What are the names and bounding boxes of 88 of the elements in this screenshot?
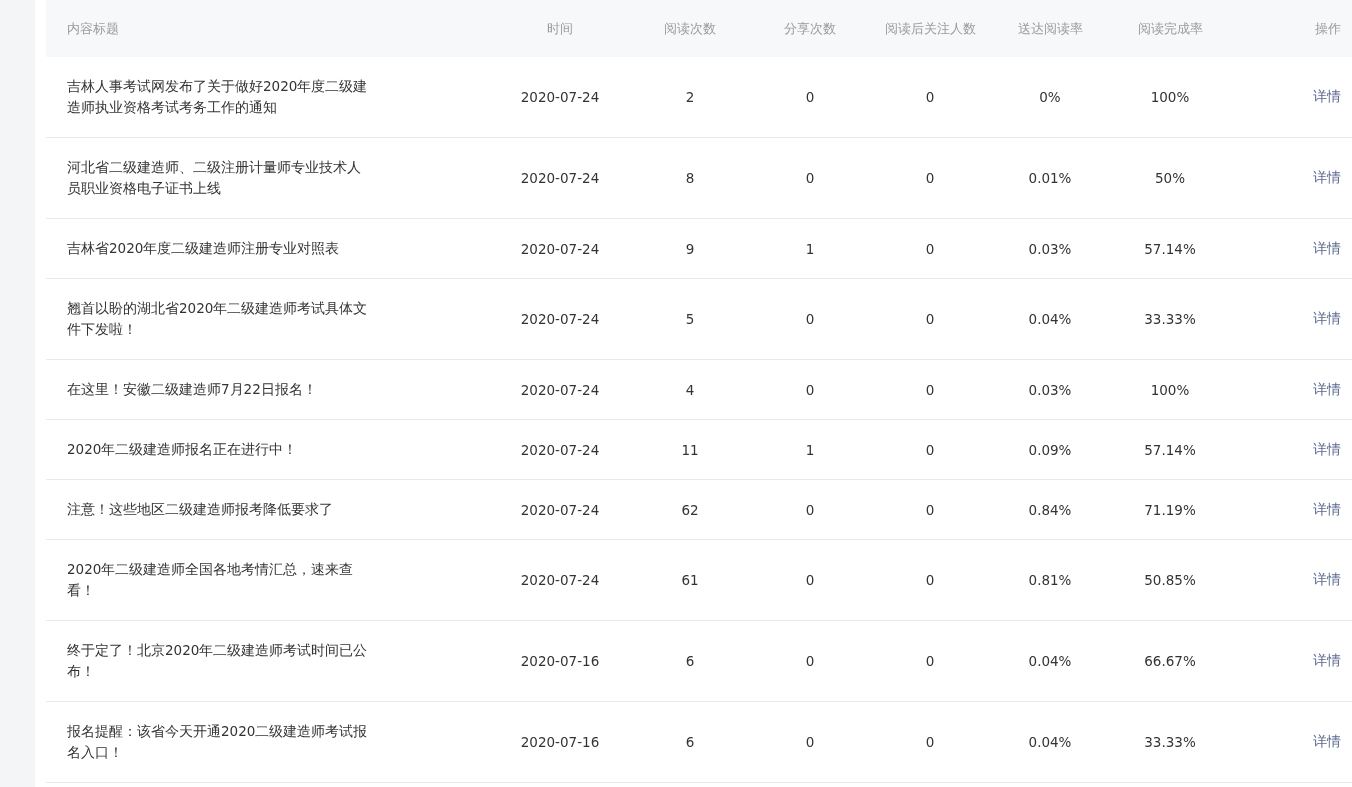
share-count: 0: [805, 734, 815, 750]
follows-header: 阅读后关注人数: [884, 20, 976, 36]
delivered-read-rate: 0.01%: [1028, 170, 1072, 186]
share-count: 0: [805, 311, 815, 327]
publish-date: 2020-07-24: [520, 170, 600, 186]
read-count: 4: [685, 381, 695, 398]
details-link[interactable]: 详情: [1313, 652, 1341, 668]
details-link[interactable]: 详情: [1313, 88, 1341, 104]
delivered-read-rate: 0.03%: [1028, 240, 1072, 257]
share-count: 0: [805, 170, 815, 186]
follow-count: 0: [925, 653, 935, 669]
follow-count: 0: [925, 311, 935, 327]
article-title: 报名提醒：该省今天开通2020二级建造师考试报名入口！: [67, 722, 369, 762]
publish-date: 2020-07-24: [520, 311, 600, 327]
details-link[interactable]: 详情: [1313, 169, 1341, 185]
delivered-rate-header: 送达阅读率: [1017, 20, 1083, 36]
details-link[interactable]: 详情: [1313, 733, 1341, 749]
completion-rate: 100%: [1150, 381, 1190, 398]
delivered-read-rate: 0.04%: [1028, 311, 1072, 327]
follow-count: 0: [925, 240, 935, 257]
delivered-read-rate: 0.09%: [1028, 441, 1072, 458]
completion-rate: 71.19%: [1144, 501, 1196, 518]
follow-count: 0: [925, 572, 935, 588]
share-count: 0: [805, 572, 815, 588]
completion-rate: 57.14%: [1144, 441, 1196, 458]
read-count: 11: [681, 441, 699, 458]
details-link[interactable]: 详情: [1313, 500, 1341, 517]
article-title: 吉林省2020年度二级建造师注册专业对照表: [67, 239, 340, 258]
share-count: 1: [805, 240, 815, 257]
read-count: 2: [685, 89, 695, 105]
delivered-read-rate: 0.04%: [1028, 734, 1072, 750]
completion-rate: 50.85%: [1144, 572, 1196, 588]
follow-count: 0: [925, 381, 935, 398]
article-title: 河北省二级建造师、二级注册计量师专业技术人员职业资格电子证书上线: [67, 158, 362, 198]
details-link[interactable]: 详情: [1313, 380, 1341, 397]
completion-rate: 33.33%: [1144, 734, 1196, 750]
delivered-read-rate: 0%: [1039, 89, 1061, 105]
delivered-read-rate: 0.84%: [1028, 501, 1072, 518]
details-link[interactable]: 详情: [1313, 310, 1341, 326]
reads-header: 阅读次数: [664, 20, 716, 36]
publish-date: 2020-07-16: [520, 653, 600, 669]
article-title: 在这里！安徽二级建造师7月22日报名！: [67, 380, 317, 399]
follow-count: 0: [925, 501, 935, 518]
follow-count: 0: [925, 441, 935, 458]
delivered-read-rate: 0.81%: [1028, 572, 1072, 588]
article-title: 2020年二级建造师全国各地考情汇总，速来查看！: [67, 560, 355, 600]
share-count: 0: [805, 501, 815, 518]
read-count: 62: [681, 501, 699, 518]
read-count: 6: [685, 734, 695, 750]
publish-date: 2020-07-24: [520, 89, 600, 105]
completion-rate: 57.14%: [1144, 240, 1196, 257]
share-count: 0: [805, 381, 815, 398]
delivered-read-rate: 0.03%: [1028, 381, 1072, 398]
action-header: 操作: [1315, 20, 1341, 36]
publish-date: 2020-07-24: [520, 240, 600, 257]
title-header: 内容标题: [67, 20, 119, 36]
read-count: 5: [685, 311, 695, 327]
read-count: 61: [681, 572, 699, 588]
publish-date: 2020-07-24: [520, 441, 600, 458]
article-title: 注意！这些地区二级建造师报考降低要求了: [67, 500, 333, 519]
article-title: 翘首以盼的湖北省2020年二级建造师考试具体文件下发啦！: [67, 299, 369, 339]
completion-rate: 50%: [1155, 170, 1185, 186]
share-count: 0: [805, 89, 815, 105]
delivered-read-rate: 0.04%: [1028, 653, 1072, 669]
completion-rate: 100%: [1150, 89, 1190, 105]
share-count: 1: [805, 441, 815, 458]
share-count: 0: [805, 653, 815, 669]
publish-date: 2020-07-24: [520, 501, 600, 518]
completion-rate: 66.67%: [1144, 653, 1196, 669]
completion-rate-header: 阅读完成率: [1137, 20, 1203, 36]
time-header: 时间: [547, 20, 573, 36]
details-link[interactable]: 详情: [1313, 440, 1341, 457]
read-count: 9: [685, 240, 695, 257]
read-count: 8: [685, 170, 695, 186]
article-title: 2020年二级建造师报名正在进行中！: [67, 440, 298, 459]
follow-count: 0: [925, 89, 935, 105]
read-count: 6: [685, 653, 695, 669]
follow-count: 0: [925, 170, 935, 186]
article-title: 吉林人事考试网发布了关于做好2020年度二级建造师执业资格考试考务工作的通知: [67, 77, 369, 117]
follow-count: 0: [925, 734, 935, 750]
details-link[interactable]: 详情: [1313, 239, 1341, 256]
article-title: 终于定了！北京2020年二级建造师考试时间已公布！: [67, 641, 369, 681]
publish-date: 2020-07-16: [520, 734, 600, 750]
publish-date: 2020-07-24: [520, 381, 600, 398]
completion-rate: 33.33%: [1144, 311, 1196, 327]
publish-date: 2020-07-24: [520, 572, 600, 588]
shares-header: 分享次数: [784, 20, 836, 36]
details-link[interactable]: 详情: [1313, 571, 1341, 587]
